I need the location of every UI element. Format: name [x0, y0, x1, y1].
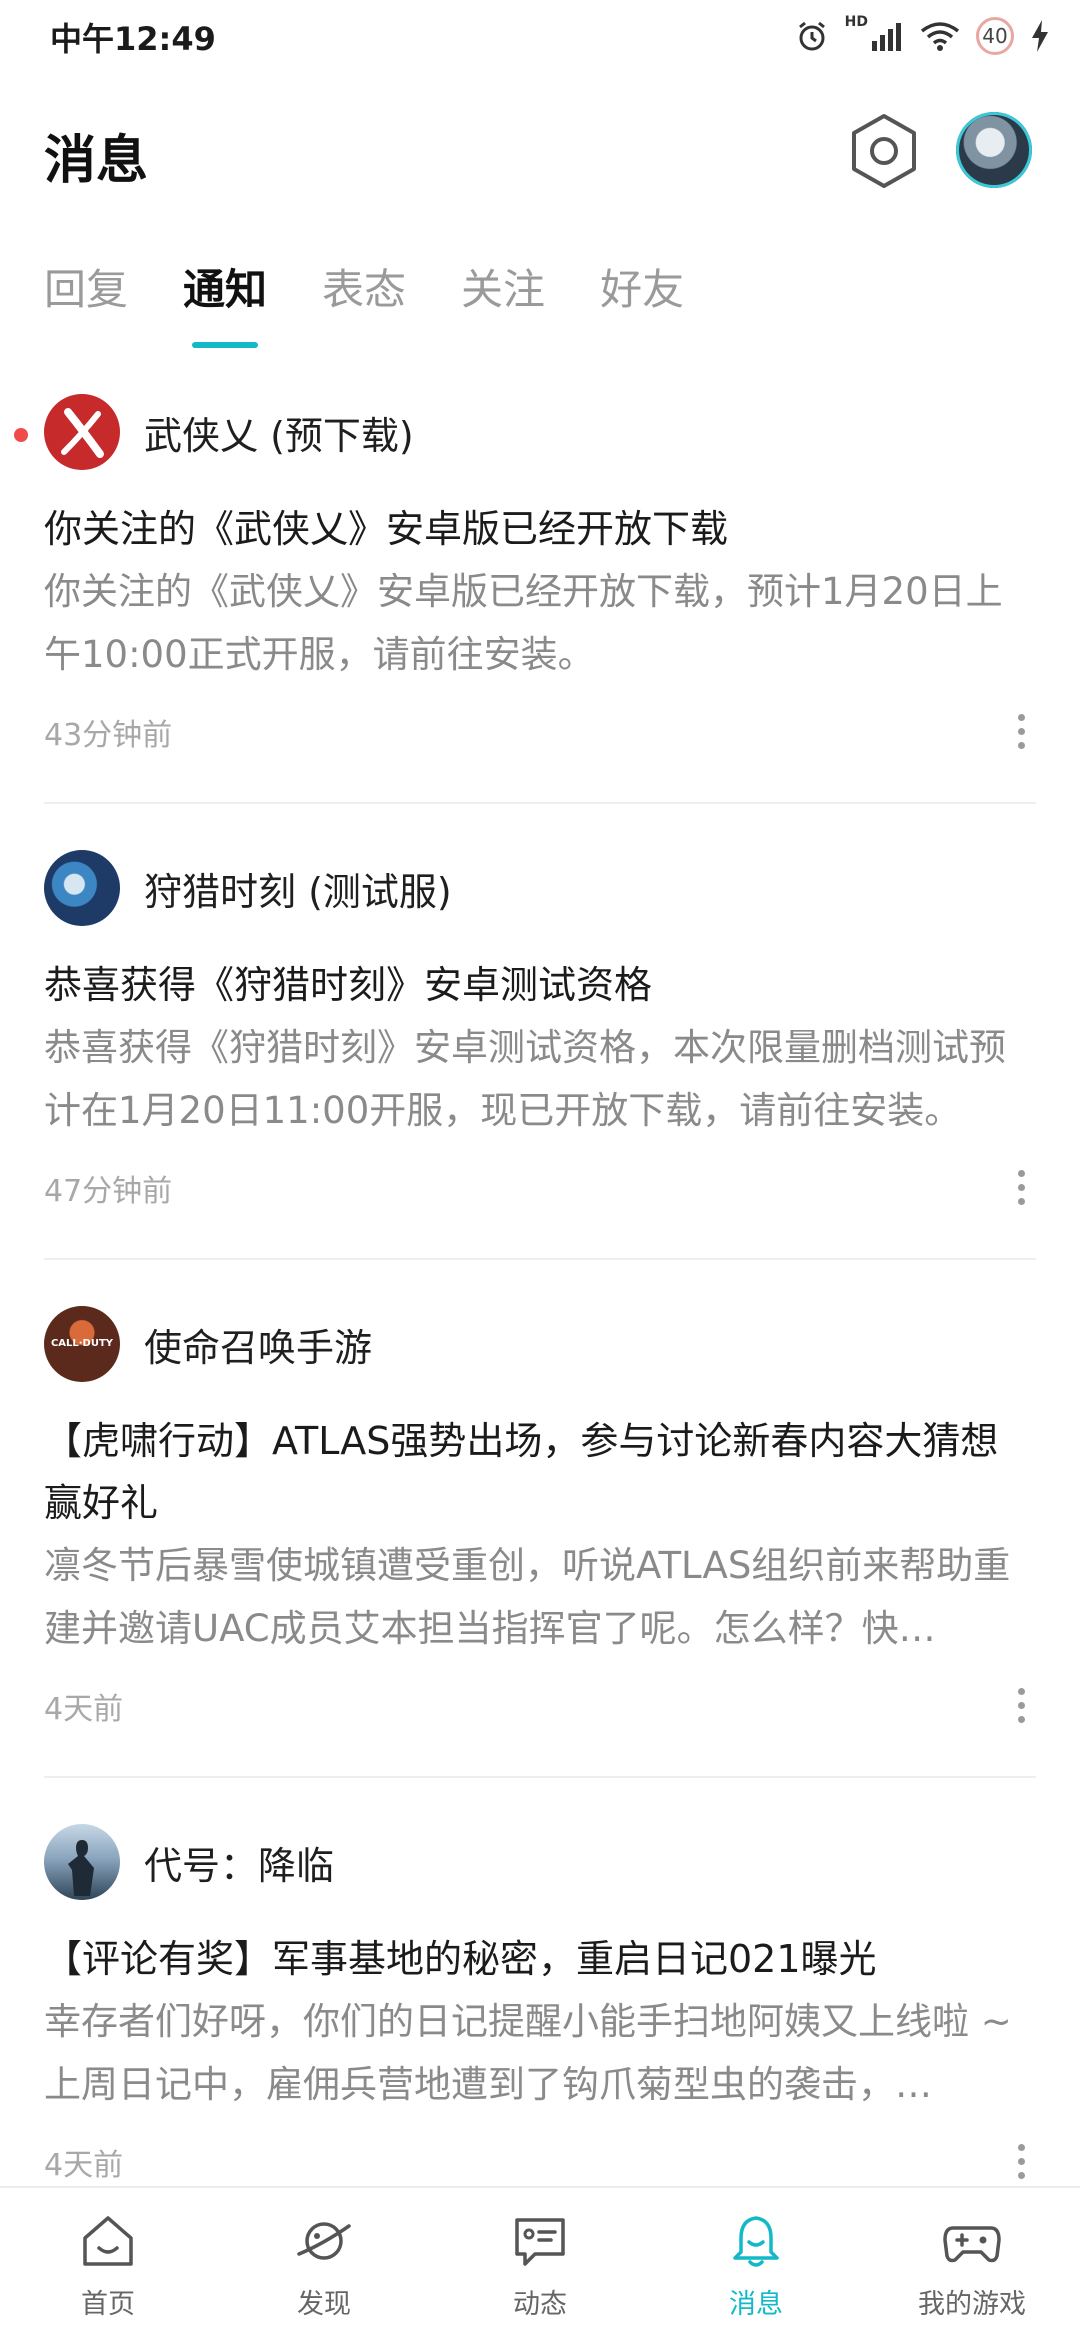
- card-footer: 4天前: [44, 2130, 1036, 2190]
- bell-icon: [733, 2216, 779, 2267]
- network-type: HD: [844, 14, 868, 30]
- soldier-silhouette-icon: [68, 1840, 94, 1896]
- notification-card[interactable]: 代号：降临 【评论有奖】军事基地的秘密，重启日记021曝光 幸存者们好呀，你们的…: [44, 1822, 1036, 2190]
- alarm-icon: [798, 21, 825, 51]
- card-source[interactable]: 使命召唤手游: [144, 1317, 372, 1372]
- nav-my-games[interactable]: 我的游戏: [864, 2188, 1080, 2342]
- card-footer: 4天前: [44, 1674, 1036, 1734]
- card-title: 【评论有奖】军事基地的秘密，重启日记021曝光: [44, 1937, 877, 1981]
- card-footer: 47分钟前: [44, 1156, 1036, 1216]
- card-header: CALL·DUTY 使命召唤手游: [44, 1304, 1036, 1384]
- card-time: 4天前: [44, 1692, 124, 1727]
- signal-icon: [872, 23, 901, 51]
- card-header: 武侠乂 (预下载): [14, 392, 1036, 472]
- card-title: 【虎啸行动】ATLAS强势出场，参与讨论新春内容大猜想赢好礼: [44, 1419, 999, 1525]
- tab-reactions[interactable]: 表态: [322, 258, 406, 348]
- tab-label: 好友: [600, 265, 685, 314]
- nav-discover[interactable]: 发现: [216, 2188, 432, 2342]
- tab-label: 表态: [322, 265, 407, 314]
- nav-label: 消息: [729, 2289, 783, 2320]
- settings-hexagon-icon[interactable]: [848, 112, 920, 190]
- nav-label: 发现: [297, 2289, 351, 2320]
- wifi-icon: [920, 22, 960, 51]
- page-title: 消息: [44, 131, 149, 191]
- status-bar: 中午12:49 HD 40: [0, 0, 1080, 72]
- card-title: 恭喜获得《狩猎时刻》安卓测试资格: [44, 963, 653, 1007]
- gamepad-icon: [943, 2226, 1001, 2263]
- card-body: 你关注的《武侠乂》安卓版已经开放下载，预计1月20日上午10:00正式开服，请前…: [44, 570, 1003, 676]
- game-logo[interactable]: [44, 394, 120, 470]
- chat-card-icon: [515, 2218, 565, 2266]
- status-time: 中午12:49: [50, 20, 216, 58]
- nav-label: 动态: [513, 2289, 567, 2320]
- card-body: 凛冬节后暴雪使城镇遭受重创，听说ATLAS组织前来帮助重建并邀请UAC成员艾本担…: [44, 1544, 1011, 1650]
- card-source[interactable]: 武侠乂 (预下载): [144, 405, 414, 460]
- tab-label: 关注: [461, 265, 546, 314]
- wuxia-logo-icon: [61, 408, 104, 458]
- nav-home[interactable]: 首页: [0, 2188, 216, 2342]
- divider: [44, 802, 1036, 804]
- unread-dot: [14, 428, 28, 442]
- more-options-icon[interactable]: [1006, 1164, 1036, 1210]
- tab-bar: 回复 通知 表态 关注 好友: [44, 258, 684, 348]
- tab-label: 回复: [44, 265, 129, 314]
- charging-icon: [1032, 20, 1048, 52]
- card-time: 47分钟前: [44, 1174, 173, 1209]
- more-options-icon[interactable]: [1006, 2138, 1036, 2184]
- divider: [44, 1258, 1036, 1260]
- tab-friends[interactable]: 好友: [600, 258, 684, 348]
- card-header: 代号：降临: [44, 1822, 1036, 1902]
- nav-label: 我的游戏: [918, 2289, 1026, 2320]
- card-time: 43分钟前: [44, 718, 173, 753]
- nav-label: 首页: [81, 2289, 135, 2320]
- nav-messages[interactable]: 消息: [648, 2188, 864, 2342]
- card-time: 4天前: [44, 2148, 124, 2183]
- tab-replies[interactable]: 回复: [44, 258, 128, 348]
- more-options-icon[interactable]: [1006, 1682, 1036, 1728]
- more-options-icon[interactable]: [1006, 708, 1036, 754]
- card-source[interactable]: 代号：降临: [144, 1835, 334, 1890]
- game-logo[interactable]: CALL·DUTY: [44, 1306, 120, 1382]
- card-body: 幸存者们好呀，你们的日记提醒小能手扫地阿姨又上线啦 ~ 上周日记中，雇佣兵营地遭…: [44, 2000, 1012, 2106]
- bottom-navigation: 首页 发现 动态 消息 我的游戏: [0, 2186, 1080, 2342]
- status-icons: HD 40: [795, 14, 1050, 58]
- battery-icon: 40: [976, 17, 1014, 55]
- tab-follows[interactable]: 关注: [461, 258, 545, 348]
- card-footer: 43分钟前: [44, 700, 1036, 760]
- home-icon: [83, 2216, 133, 2266]
- tab-label: 通知: [183, 265, 268, 314]
- card-header: 狩猎时刻 (测试服): [44, 848, 1036, 928]
- nav-feed[interactable]: 动态: [432, 2188, 648, 2342]
- avatar[interactable]: [956, 112, 1032, 188]
- tab-notifications[interactable]: 通知: [183, 258, 267, 348]
- divider: [44, 1776, 1036, 1778]
- card-source[interactable]: 狩猎时刻 (测试服): [144, 861, 452, 916]
- game-logo[interactable]: [44, 850, 120, 926]
- card-title: 你关注的《武侠乂》安卓版已经开放下载: [44, 507, 729, 551]
- card-body: 恭喜获得《狩猎时刻》安卓测试资格，本次限量删档测试预计在1月20日11:00开服…: [44, 1026, 1006, 1132]
- avatar-ring: [956, 112, 1032, 188]
- notification-card[interactable]: CALL·DUTY 使命召唤手游 【虎啸行动】ATLAS强势出场，参与讨论新春内…: [44, 1304, 1036, 1734]
- active-tab-indicator: [192, 342, 259, 348]
- notification-card[interactable]: 武侠乂 (预下载) 你关注的《武侠乂》安卓版已经开放下载 你关注的《武侠乂》安卓…: [14, 392, 1036, 760]
- logo-text: CALL·DUTY: [50, 1338, 114, 1349]
- game-logo[interactable]: [44, 1824, 120, 1900]
- notification-card[interactable]: 狩猎时刻 (测试服) 恭喜获得《狩猎时刻》安卓测试资格 恭喜获得《狩猎时刻》安卓…: [44, 848, 1036, 1216]
- planet-icon: [297, 2222, 351, 2260]
